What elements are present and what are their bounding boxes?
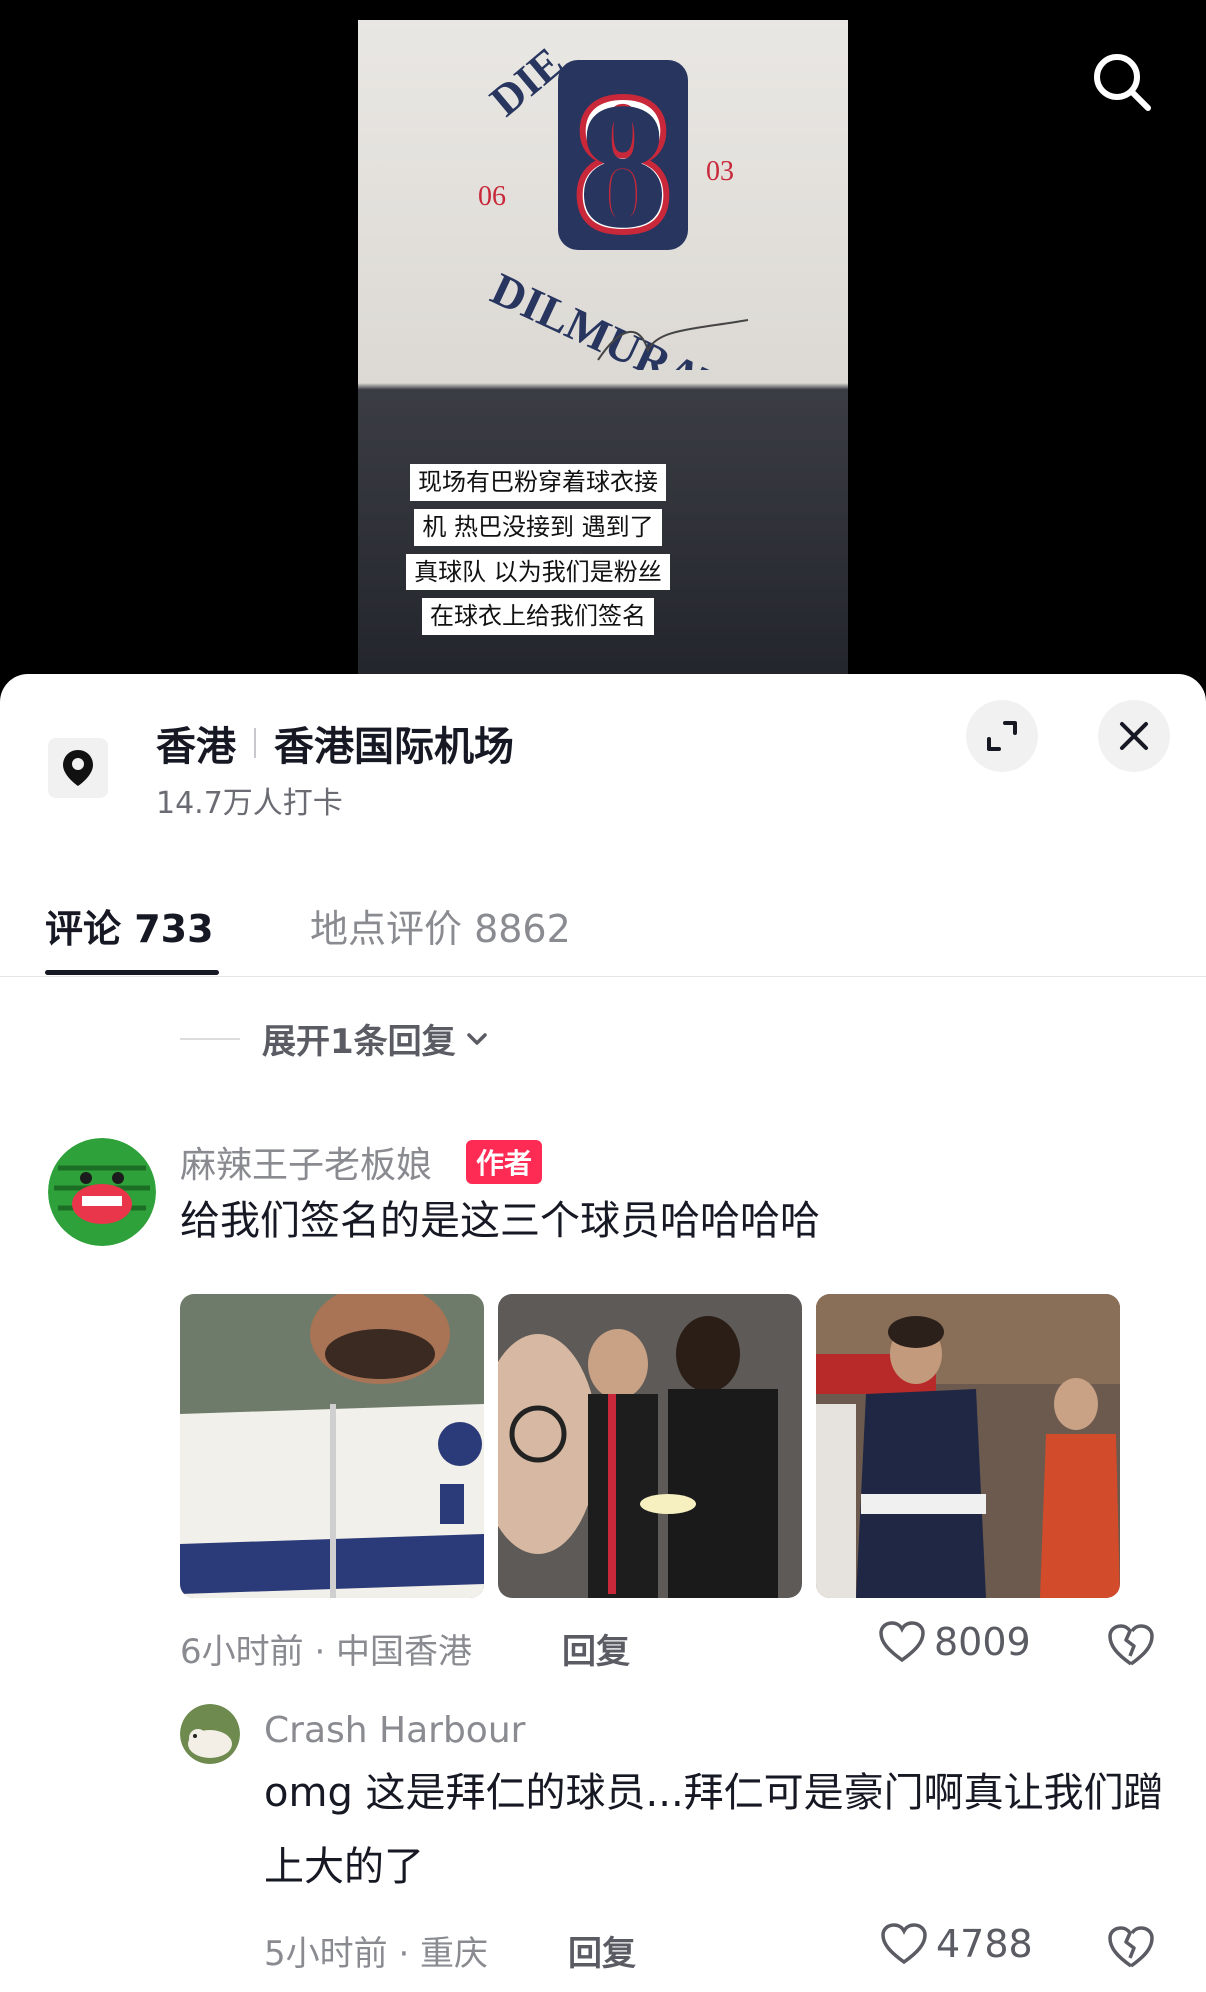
location-city: 香港 (156, 724, 236, 770)
reply-button[interactable]: 回复 (568, 1926, 636, 1975)
dislike-button[interactable] (1106, 1622, 1156, 1672)
comment-meta: 6小时前 · 中国香港 (180, 1632, 473, 1672)
comment-author[interactable]: 麻辣王子老板娘 (180, 1136, 432, 1188)
search-icon (1094, 54, 1151, 111)
location-separator (254, 728, 256, 758)
photo-signing-scene (498, 1294, 802, 1598)
expand-icon (987, 721, 1017, 751)
close-icon (1120, 722, 1148, 750)
location-place: 香港国际机场 (274, 724, 514, 770)
video-player[interactable]: DIE 8 8 06 03 DILMURAT 现场有巴粉穿着球衣接 机 热巴没接… (0, 0, 1206, 700)
close-button[interactable] (1098, 700, 1170, 772)
like-count: 4788 (936, 1922, 1033, 1966)
comment-meta: 5小时前 · 重庆 (264, 1934, 489, 1974)
shirt-text-bottom: DILMURAT (484, 263, 734, 370)
caption-line: 在球衣上给我们签名 (422, 598, 654, 636)
comment-photo[interactable] (498, 1294, 802, 1598)
dislike-button[interactable] (1106, 1924, 1156, 1974)
shirt-graphic: DIE 8 8 06 03 DILMURAT (478, 38, 749, 370)
expand-replies-button[interactable]: 展开1条回复 (180, 1014, 492, 1063)
like-count: 8009 (934, 1620, 1031, 1664)
avatar-watermelon-image (48, 1138, 156, 1246)
location-pin-icon (63, 750, 93, 786)
active-tab-indicator (45, 970, 219, 975)
comment-photo[interactable] (816, 1294, 1120, 1598)
avatar[interactable] (48, 1138, 156, 1246)
divider (180, 1037, 240, 1040)
shirt-left-number: 06 (478, 181, 506, 212)
avatar[interactable] (180, 1704, 240, 1764)
broken-heart-icon (1108, 1926, 1154, 1968)
expand-replies-label: 展开1条回复 (262, 1022, 456, 1062)
location-checkins: 14.7万人打卡 (156, 786, 343, 821)
video-frame: DIE 8 8 06 03 DILMURAT 现场有巴粉穿着球衣接 机 热巴没接… (358, 20, 848, 680)
location-title[interactable]: 香港 香港国际机场 (156, 714, 514, 772)
tab-bar: 评论 733 地点评价 8862 (0, 884, 1206, 977)
expand-button[interactable] (966, 700, 1038, 772)
location-icon-box (48, 738, 108, 798)
heart-icon (881, 1923, 927, 1965)
tab-location-reviews[interactable]: 地点评价 8862 (310, 898, 571, 953)
caption-line: 机 热巴没接到 遇到了 (414, 508, 662, 546)
shirt-number-inner: 8 (578, 66, 668, 265)
comment-text: 给我们签名的是这三个球员哈哈哈哈 (180, 1198, 820, 1244)
tab-comments[interactable]: 评论 733 (45, 898, 214, 953)
like-button[interactable]: 8009 (878, 1620, 1031, 1664)
chevron-down-icon (466, 1032, 487, 1045)
caption-line: 现场有巴粉穿着球衣接 (410, 464, 666, 501)
caption-line: 真球队 以为我们是粉丝 (406, 553, 670, 591)
search-button[interactable] (1090, 50, 1154, 114)
like-button[interactable]: 4788 (880, 1922, 1033, 1966)
comment-sheet: 香港 香港国际机场 14.7万人打卡 评论 733 地点评价 8862 展开1条… (0, 674, 1206, 1992)
video-caption: 现场有巴粉穿着球衣接 机 热巴没接到 遇到了 真球队 以为我们是粉丝 在球衣上给… (388, 460, 688, 639)
comment-text: omg 这是拜仁的球员...拜仁可是豪门啊真让我们蹭上大的了 (264, 1770, 1164, 1890)
heart-icon (879, 1621, 925, 1663)
reply-button[interactable]: 回复 (562, 1624, 630, 1673)
broken-heart-icon (1108, 1624, 1154, 1666)
shirt-right-number: 03 (706, 156, 734, 187)
comment-author[interactable]: Crash Harbour (264, 1710, 525, 1751)
photo-player-walking (816, 1294, 1120, 1598)
author-badge: 作者 (466, 1140, 543, 1184)
photo-player-jacket (180, 1294, 484, 1598)
avatar-animal-image (180, 1704, 240, 1764)
comment-photo[interactable] (180, 1294, 484, 1598)
